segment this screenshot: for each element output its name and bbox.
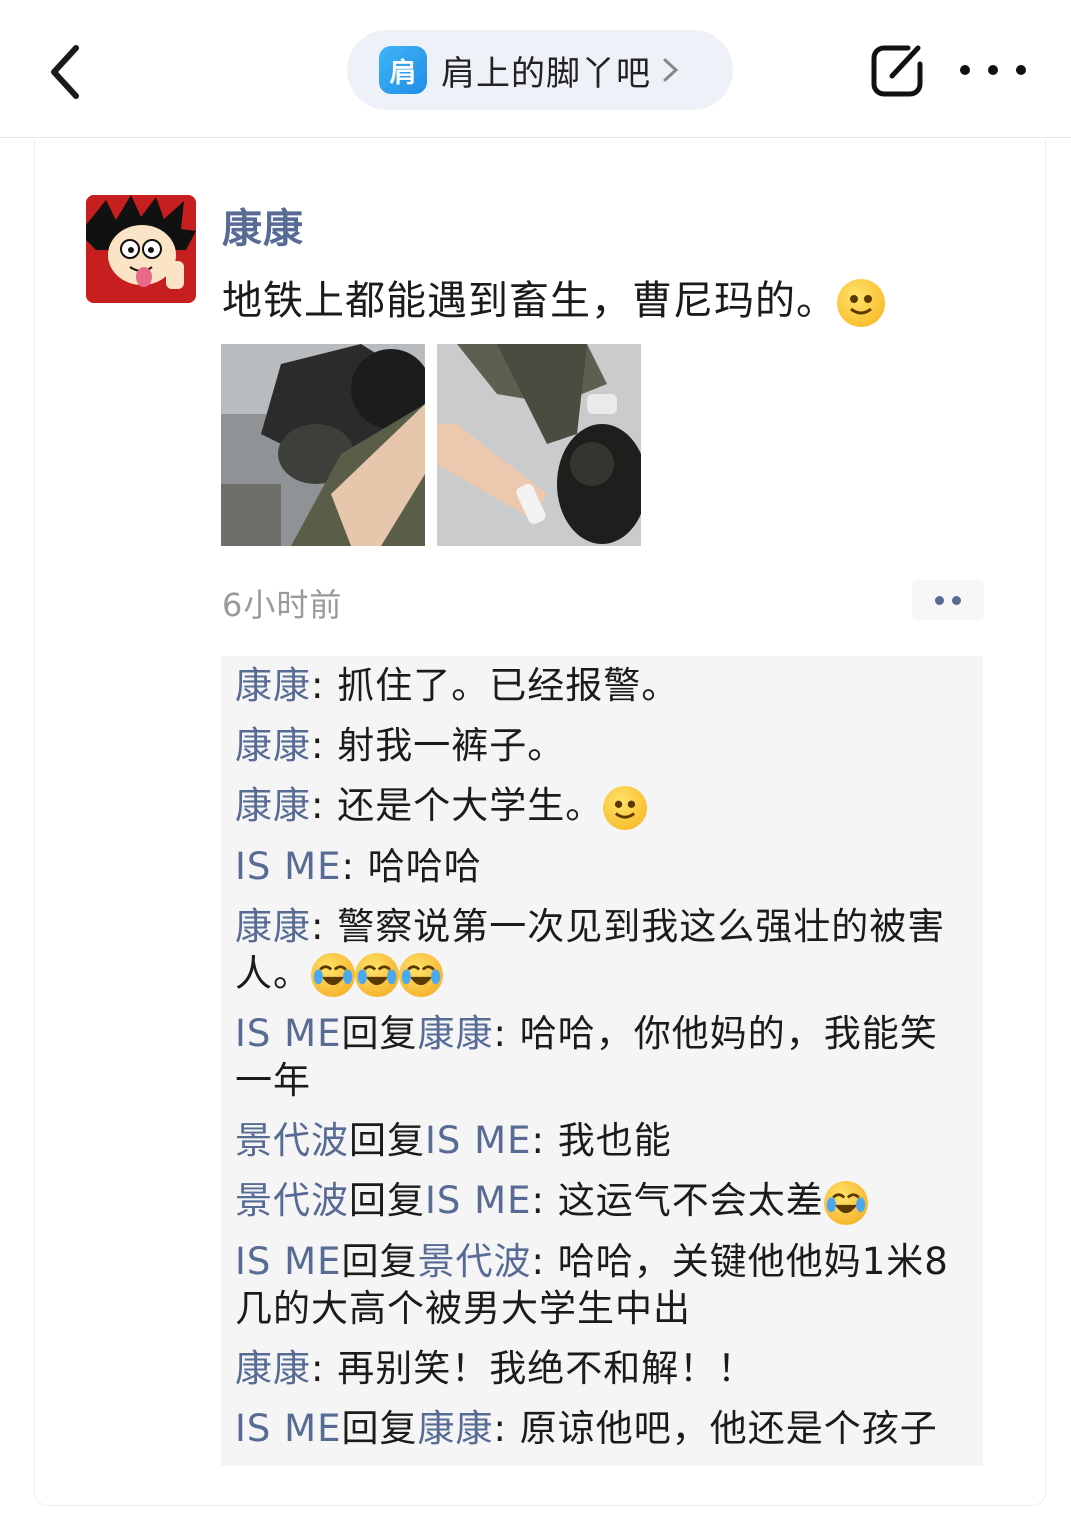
comment-separator: : [311,1346,338,1390]
laugh-cry-emoji-icon [399,953,443,997]
reply-label: 回复 [341,1012,418,1055]
reply-label: 回复 [341,1406,418,1450]
top-navigation-bar: 肩 肩上的脚丫吧 [0,0,1071,138]
comment-text: 再别笑！我绝不和解！！ [337,1346,756,1390]
comment-author-name[interactable]: IS ME [235,845,341,888]
comment-item[interactable]: 康康: 还是个大学生。 [235,782,975,830]
post-text-content: 地铁上都能遇到畜生，曹尼玛的。 [222,278,837,324]
comment-text: 我也能 [557,1119,672,1162]
comment-author-name[interactable]: 康康 [235,1347,311,1390]
comment-separator: : [531,1179,558,1222]
reply-to-name[interactable]: 康康 [417,1012,493,1055]
reply-to-name[interactable]: 景代波 [417,1240,531,1283]
comment-text: 这运气不会太差 [557,1179,824,1222]
comment-separator: : [311,904,338,948]
comment-item[interactable]: IS ME回复康康: 哈哈，你他妈的，我能笑一年 [235,1010,975,1104]
comment-author-name[interactable]: 景代波 [235,1119,349,1162]
comment-item[interactable]: IS ME回复景代波: 哈哈，关键他他妈1米8几的大高个被男大学生中出 [235,1238,975,1332]
smile-emoji-icon [837,279,885,327]
comment-author-name[interactable]: 康康 [235,724,311,767]
comment-author-name[interactable]: 康康 [235,784,311,827]
comment-text: 哈哈哈 [367,844,482,888]
share-icon[interactable] [868,40,928,100]
reply-label: 回复 [349,1179,425,1222]
comment-item[interactable]: 康康: 再别笑！我绝不和解！！ [235,1345,975,1392]
post-timestamp: 6小时前 [222,586,343,624]
comment-item[interactable]: 景代波回复IS ME: 我也能 [235,1117,975,1164]
comment-item[interactable]: IS ME回复康康: 原谅他吧，他还是个孩子 [235,1405,975,1452]
reply-label: 回复 [341,1239,418,1283]
comment-menu-button[interactable] [912,580,984,620]
reply-to-name[interactable]: IS ME [425,1179,531,1222]
comment-separator: : [341,844,368,888]
forum-logo-icon: 肩 [379,46,427,94]
comment-author-name[interactable]: IS ME [235,1240,341,1283]
reply-to-name[interactable]: 康康 [417,1407,493,1450]
comment-separator: : [493,1012,520,1055]
comment-author-name[interactable]: IS ME [235,1407,341,1450]
reply-to-name[interactable]: IS ME [425,1119,531,1162]
comment-text: 原谅他吧，他还是个孩子 [519,1406,938,1450]
avatar[interactable] [86,195,196,303]
laugh-cry-emoji-icon [311,953,355,997]
comment-text: 射我一裤子。 [337,724,566,767]
forum-name: 肩上的脚丫吧 [441,53,651,94]
comment-author-name[interactable]: 康康 [235,664,311,707]
post-author-name[interactable]: 康康 [222,196,304,254]
forum-title-button[interactable]: 肩 肩上的脚丫吧 [347,30,733,110]
more-options-icon[interactable] [960,52,1026,88]
comment-author-name[interactable]: IS ME [235,1012,341,1055]
comment-item[interactable]: 康康: 抓住了。已经报警。 [235,662,975,709]
comment-item[interactable]: IS ME: 哈哈哈 [235,843,975,890]
comment-separator: : [311,724,338,767]
reply-label: 回复 [349,1119,425,1162]
comment-separator: : [531,1239,558,1283]
comment-separator: : [311,784,338,827]
comment-text: 还是个大学生。 [337,784,604,827]
comment-separator: : [493,1406,520,1450]
post-photo-1[interactable] [221,344,425,546]
comment-separator: : [311,664,338,707]
comment-text: 抓住了。已经报警。 [337,664,680,707]
laugh-cry-emoji-icon [823,1180,868,1225]
comment-author-name[interactable]: 景代波 [235,1179,349,1222]
comment-item[interactable]: 景代波回复IS ME: 这运气不会太差 [235,1177,975,1225]
comment-author-name[interactable]: 康康 [235,905,311,948]
comment-item[interactable]: 康康: 射我一裤子。 [235,722,975,769]
comment-list: 康康: 抓住了。已经报警。 康康: 射我一裤子。 康康: 还是个大学生。 IS ME:… [221,656,983,1466]
post-photo-2[interactable] [437,344,641,546]
chevron-right-icon [663,58,679,82]
smile-emoji-icon [603,785,648,830]
post-text: 地铁上都能遇到畜生，曹尼玛的。 [222,268,885,327]
comment-item[interactable]: 康康: 警察说第一次见到我这么强壮的被害人。 [235,903,975,997]
comment-separator: : [531,1119,558,1162]
laugh-cry-emoji-icon [355,953,399,997]
back-arrow-icon[interactable] [40,40,96,104]
